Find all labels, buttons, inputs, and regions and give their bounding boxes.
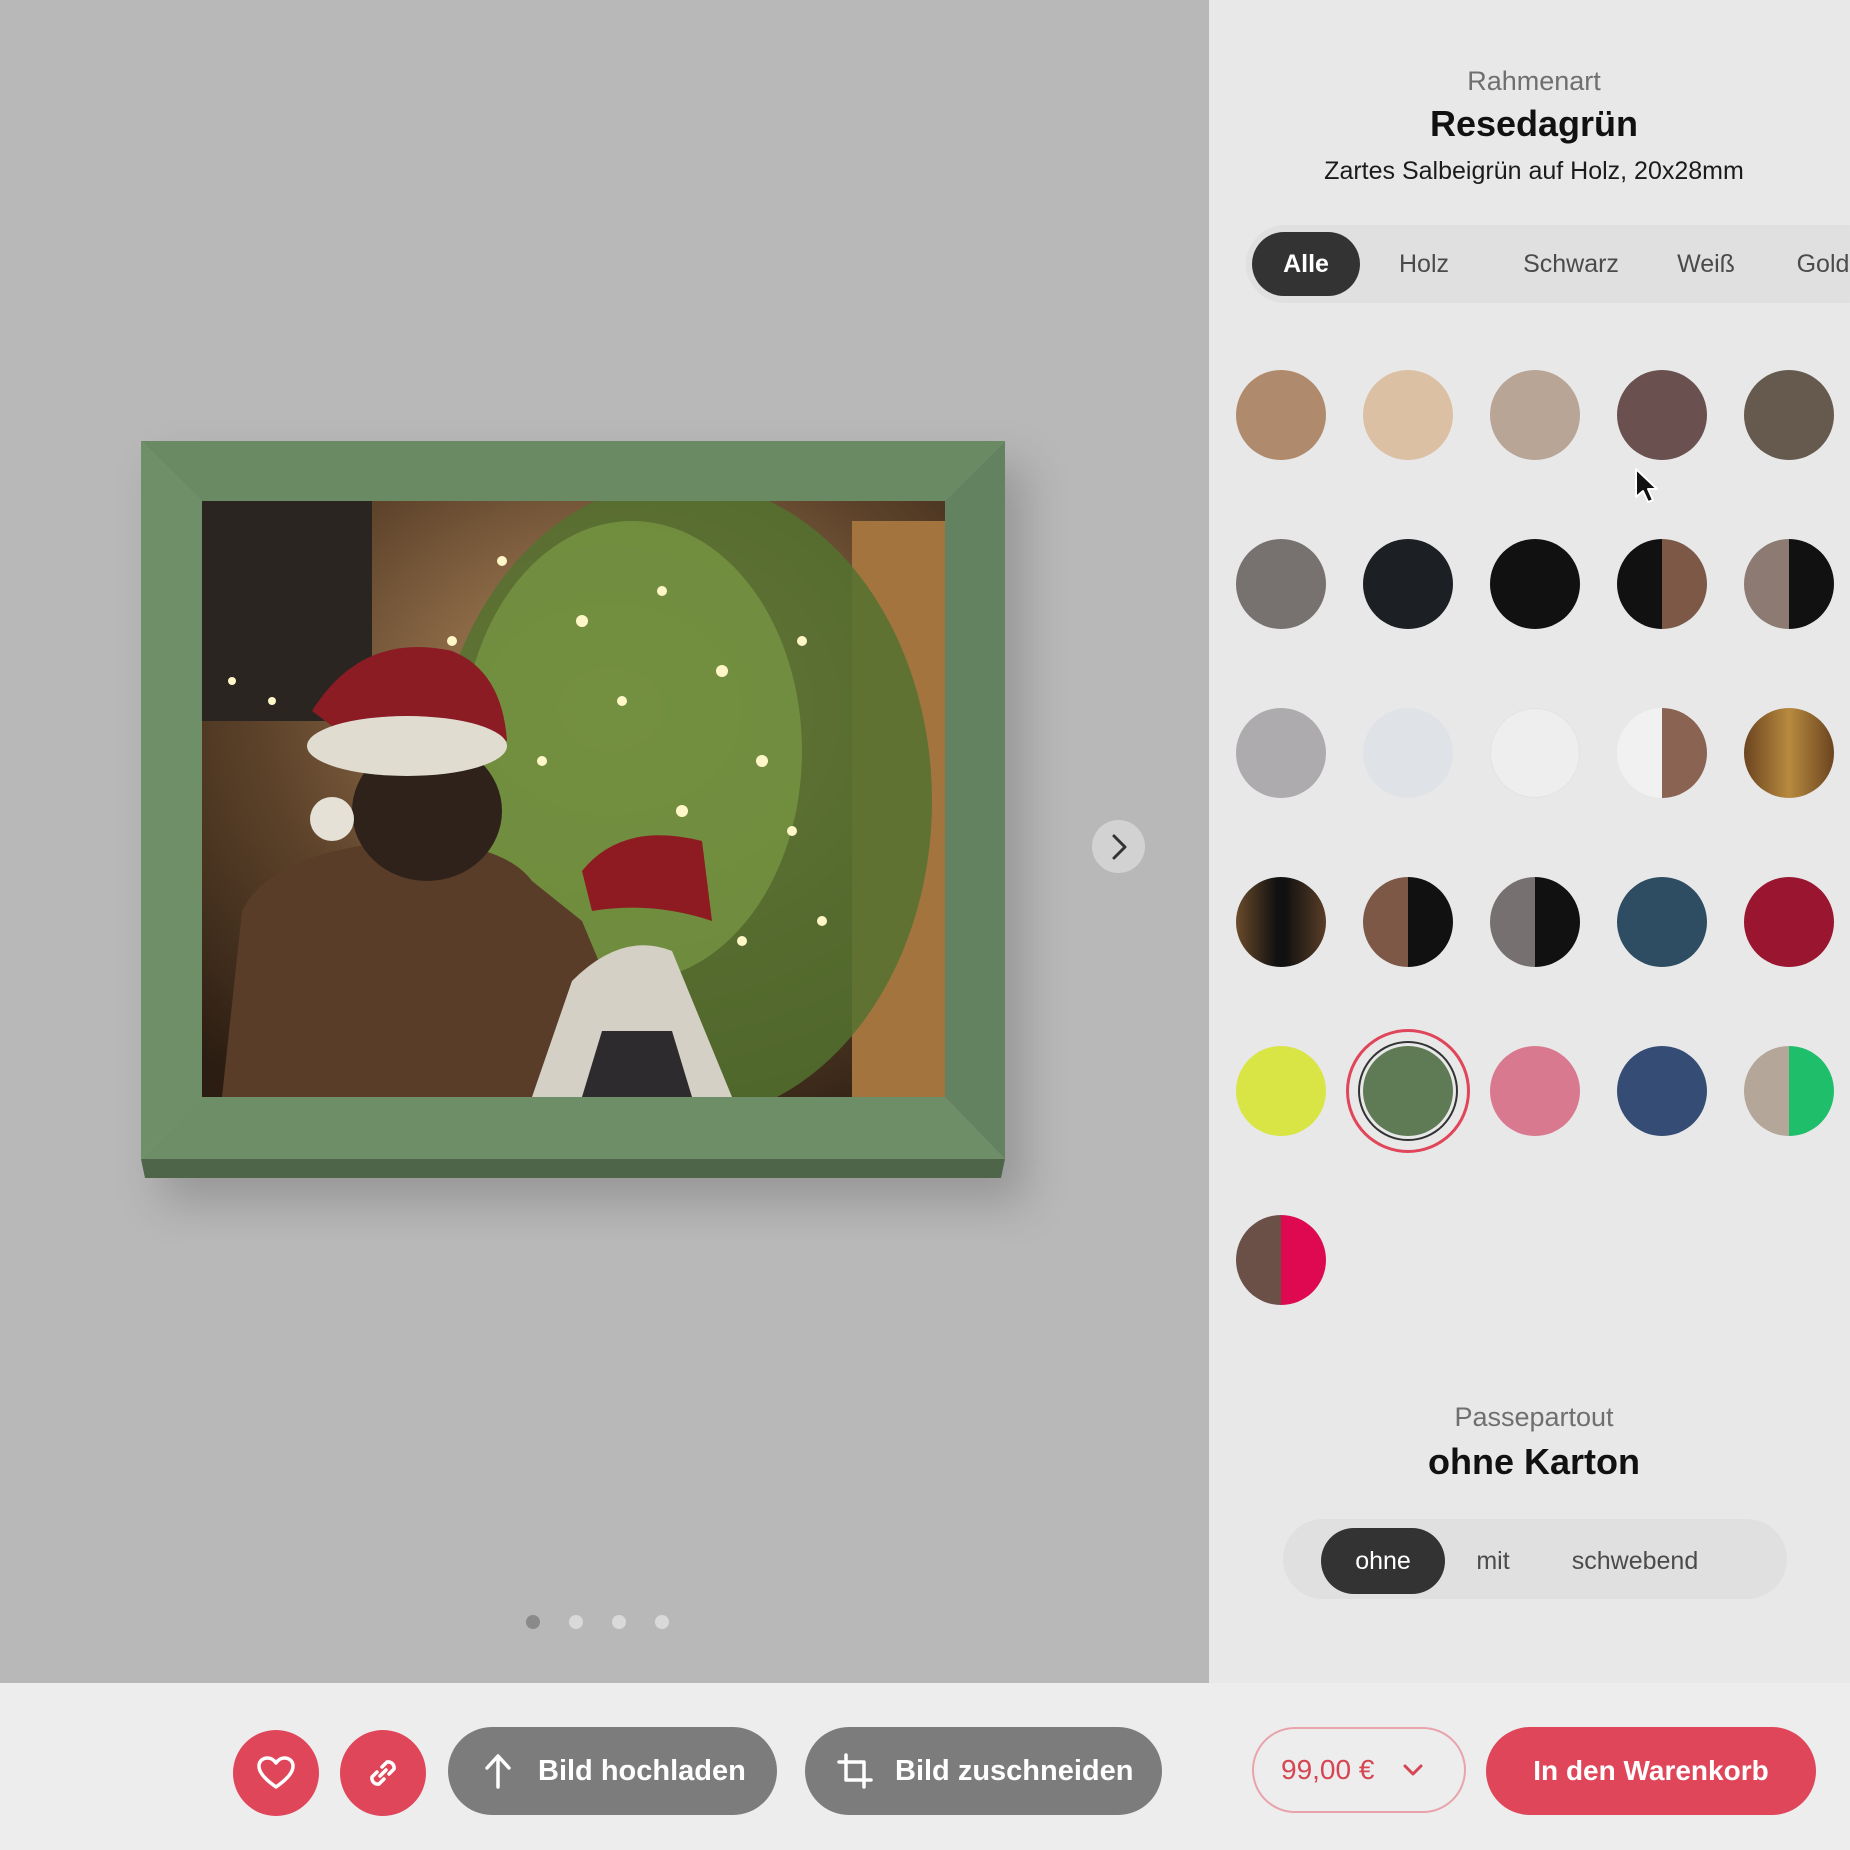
tab-gold[interactable]: Gold: [1778, 232, 1850, 296]
swatch-natural-oak[interactable]: [1236, 370, 1326, 460]
swatch-grey-black-split[interactable]: [1490, 877, 1580, 967]
carousel-dot[interactable]: [569, 1615, 583, 1629]
heart-icon: [257, 1756, 295, 1789]
swatch-walnut[interactable]: [1617, 370, 1707, 460]
chevron-right-icon: [1112, 834, 1126, 859]
mouse-cursor-icon: [1635, 468, 1658, 503]
crop-image-label: Bild zuschneiden: [895, 1754, 1134, 1787]
tab-alle[interactable]: Alle: [1252, 232, 1360, 296]
frame-preview-area: [0, 0, 1209, 1683]
chevron-down-icon: [1403, 1764, 1423, 1776]
next-image-button[interactable]: [1092, 820, 1145, 873]
swatch-grey-green[interactable]: [1744, 1046, 1834, 1136]
swatch-reseda-green[interactable]: [1363, 1046, 1453, 1136]
framed-picture: [141, 441, 1025, 1202]
link-icon: [370, 1760, 396, 1786]
upload-image-button[interactable]: Bild hochladen: [448, 1727, 777, 1815]
crop-image-button[interactable]: Bild zuschneiden: [805, 1727, 1162, 1815]
price-value: 99,00 €: [1281, 1754, 1375, 1785]
price-select[interactable]: 99,00 €: [1252, 1727, 1466, 1813]
upload-image-label: Bild hochladen: [538, 1754, 746, 1787]
swatch-black-gold[interactable]: [1236, 877, 1326, 967]
carousel-dot[interactable]: [526, 1615, 540, 1629]
swatch-neon-yellow[interactable]: [1236, 1046, 1326, 1136]
upload-arrow-icon: [480, 1753, 516, 1789]
passepartout-label: Passepartout: [1454, 1402, 1614, 1432]
frame-filter-tabs: Alle Holz Schwarz Weiß Gold: [1246, 225, 1850, 303]
tab-schwarz[interactable]: Schwarz: [1496, 232, 1646, 296]
tab-holz[interactable]: Holz: [1370, 232, 1478, 296]
passepartout-option-mit[interactable]: mit: [1453, 1528, 1533, 1594]
carousel-dot[interactable]: [655, 1615, 669, 1629]
swatch-red[interactable]: [1744, 877, 1834, 967]
crop-icon: [837, 1753, 873, 1789]
swatch-navy[interactable]: [1617, 1046, 1707, 1136]
swatch-black-walnut[interactable]: [1617, 539, 1707, 629]
add-to-cart-button[interactable]: In den Warenkorb: [1486, 1727, 1816, 1815]
passepartout-option-ohne[interactable]: ohne: [1321, 1528, 1445, 1594]
share-link-button[interactable]: [340, 1730, 426, 1816]
swatch-greige-wood[interactable]: [1490, 370, 1580, 460]
swatch-walnut-magenta[interactable]: [1236, 1215, 1326, 1305]
swatch-light-grey[interactable]: [1236, 708, 1326, 798]
swatch-white-wood[interactable]: [1363, 708, 1453, 798]
frame-type-title: Resedagrün: [1429, 103, 1639, 144]
tab-weiss[interactable]: Weiß: [1656, 232, 1756, 296]
swatch-black-wood[interactable]: [1363, 539, 1453, 629]
swatch-white[interactable]: [1490, 708, 1580, 798]
swatch-grey-black[interactable]: [1744, 539, 1834, 629]
passepartout-options: ohne mit schwebend: [1283, 1519, 1787, 1599]
favorite-button[interactable]: [233, 1730, 319, 1816]
swatch-light-oak[interactable]: [1363, 370, 1453, 460]
frame-type-label: Rahmenart: [1467, 66, 1601, 96]
swatch-pink[interactable]: [1490, 1046, 1580, 1136]
carousel-dot[interactable]: [612, 1615, 626, 1629]
passepartout-title: ohne Karton: [1428, 1441, 1640, 1482]
swatch-gold-wood[interactable]: [1744, 708, 1834, 798]
passepartout-option-schwebend[interactable]: schwebend: [1545, 1528, 1725, 1594]
swatch-petrol[interactable]: [1617, 877, 1707, 967]
swatch-walnut-black[interactable]: [1363, 877, 1453, 967]
swatch-dark-oak[interactable]: [1744, 370, 1834, 460]
swatch-white-walnut[interactable]: [1617, 708, 1707, 798]
photo: [202, 501, 945, 1097]
carousel-dots: [526, 1615, 669, 1629]
configuration-panel: Rahmenart Resedagrün Zartes Salbeigrün a…: [1209, 0, 1850, 1683]
swatch-black[interactable]: [1490, 539, 1580, 629]
frame-type-description: Zartes Salbeigrün auf Holz, 20x28mm: [1324, 157, 1744, 185]
swatch-grey-wood[interactable]: [1236, 539, 1326, 629]
